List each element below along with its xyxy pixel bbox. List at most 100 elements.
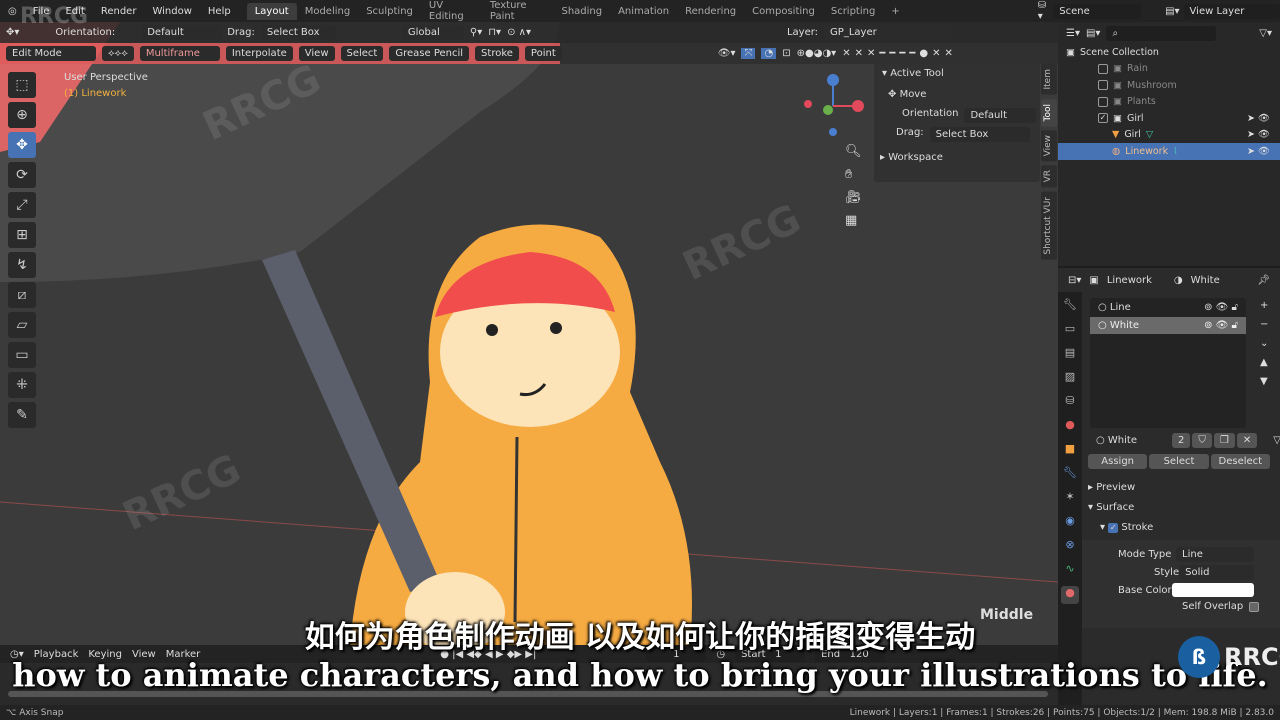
stroke-panel-header[interactable]: ▾ ✓ Stroke [1100,522,1153,533]
tab-shortcut-vur[interactable]: Shortcut VUr [1041,191,1057,260]
self-overlap-checkbox[interactable] [1249,601,1260,612]
preview-panel-header[interactable]: ▸ Preview [1088,482,1135,493]
menu-select[interactable]: Select [340,46,384,61]
slot-icons[interactable]: ⊚ 👁︎ 🔓︎ [1204,302,1238,313]
drag-dropdown[interactable]: Select Box [260,25,336,40]
mode-type-dropdown[interactable]: Line [1176,547,1254,562]
duplicate-icon[interactable]: ❐ [1213,433,1235,448]
checkbox[interactable] [1098,80,1108,91]
constraints-tab-icon[interactable]: ⊗ [1061,538,1079,556]
tab-modeling[interactable]: Modeling [297,3,359,20]
scene-field[interactable]: Scene [1053,3,1142,19]
tab-scripting[interactable]: Scripting [823,3,883,20]
menu-stroke[interactable]: Stroke [475,46,519,61]
scene-collection-row[interactable]: ▣ Scene Collection [1058,44,1280,61]
remove-slot-button[interactable]: − [1254,317,1275,332]
display-mode-icon[interactable]: ☰▾ [1066,28,1080,39]
menu-window[interactable]: Window [144,6,199,17]
base-color-swatch[interactable] [1172,583,1254,597]
view-layer-tab-icon[interactable]: ▨ [1061,370,1079,388]
surface-panel-header[interactable]: ▾ Surface [1088,502,1134,513]
tab-animation[interactable]: Animation [610,3,677,20]
npanel-drag-dropdown[interactable]: Select Box [929,127,1030,142]
active-tool-header[interactable]: ▾ Active Tool [874,62,1040,85]
select-mode-icons[interactable]: ⟡⟡⟡ [102,46,134,61]
snap-icon[interactable]: ⊓▾ [488,27,501,38]
stroke-checkbox[interactable]: ✓ [1108,523,1119,533]
layer-dropdown[interactable]: GP_Layer [824,25,955,40]
physics-tab-icon[interactable]: ◉ [1061,514,1079,532]
menu-grease-pencil[interactable]: Grease Pencil [389,46,470,61]
checkbox[interactable]: ✓ [1098,113,1108,124]
outliner-item-mushroom[interactable]: ▣ Mushroom [1058,77,1280,94]
add-slot-button[interactable]: + [1254,298,1275,313]
tool-tab-icon[interactable]: 🔧︎ [1061,298,1079,316]
annotate-tool-icon[interactable]: ✎ [8,402,36,428]
editor-type-icon[interactable]: ⊟▾ [1068,275,1081,286]
slot-line[interactable]: ○ Line ⊚ 👁︎ 🔓︎ [1090,298,1246,317]
tab-rendering[interactable]: Rendering [677,3,744,20]
move-down-button[interactable]: ▼ [1254,374,1275,389]
overlay-icon[interactable]: ◔ [761,48,777,59]
tab-tool[interactable]: Tool [1041,98,1057,126]
radius-tool-icon[interactable]: ▱ [8,312,36,338]
select-eye-icons[interactable]: ➤ 👁︎ [1247,113,1270,124]
fake-user-icon[interactable]: ⛉ [1192,433,1212,448]
navigation-gizmo[interactable] [798,70,868,140]
material-name-field[interactable]: ○ White [1090,433,1170,448]
scene-icon[interactable]: ⛁▾ [1038,0,1050,22]
cursor-tool-icon[interactable]: ⊕ [8,102,36,128]
workspace-panel-header[interactable]: ▸ Workspace [874,142,1040,163]
checkbox[interactable] [1098,96,1108,107]
gizmo-icon[interactable]: ⤧ [741,48,756,59]
view-layer-icon[interactable]: ▤▾ [1165,6,1179,17]
shear-tool-icon[interactable]: ⧄ [8,282,36,308]
outliner-item-linework[interactable]: ◍ Linework ⌇ ➤ 👁︎ [1058,143,1280,160]
browse-material-icon[interactable]: ▽▾ [1267,433,1280,448]
filter-icon[interactable]: ▽▾ [1259,28,1272,39]
interpolate-dropdown[interactable]: Interpolate [225,46,293,61]
select-box-tool-icon[interactable]: ⬚ [8,72,36,98]
tab-view[interactable]: View [1041,129,1057,162]
output-tab-icon[interactable]: ▤ [1061,346,1079,364]
visibility-icon[interactable]: 👁▾ [718,48,736,59]
object-tab-icon[interactable]: ■ [1061,442,1079,460]
tab-sculpting[interactable]: Sculpting [358,3,421,20]
material-tab-icon[interactable]: ● [1061,586,1079,604]
transform-tool-icon[interactable]: ⊞ [8,222,36,248]
outliner-item-girl-collection[interactable]: ✓ ▣ Girl ➤ 👁︎ [1058,110,1280,127]
deselect-button[interactable]: Deselect [1210,454,1270,469]
users-count[interactable]: 2 [1172,433,1191,448]
view-layer-field[interactable]: View Layer [1183,3,1280,19]
checkbox[interactable] [1098,63,1108,74]
filter-view-icon[interactable]: ▤▾ [1086,28,1100,39]
multiframe-toggle[interactable]: Multiframe [139,46,220,61]
tab-item[interactable]: Item [1041,64,1057,95]
transform-orientation-dropdown[interactable]: Global [401,25,464,40]
select-button[interactable]: Select [1149,454,1209,469]
select-eye-icons[interactable]: ➤ 👁︎ [1247,129,1270,140]
slot-icons[interactable]: ⊚ 👁︎ 🔓︎ [1204,320,1238,331]
unlink-icon[interactable]: ✕ [1236,433,1258,448]
slot-specials-button[interactable]: ⌄ [1254,336,1275,351]
move-up-button[interactable]: ▲ [1254,355,1275,370]
pivot-icon[interactable]: ⚲▾ [470,27,482,38]
proportional-edit-icon[interactable]: ⊙ ∧▾ [507,27,531,38]
effects-tab-icon[interactable]: ✶ [1061,490,1079,508]
scale-tool-icon[interactable]: ⤢ [8,192,36,218]
menu-point[interactable]: Point [524,46,562,61]
modifier-tab-icon[interactable]: 🔧︎ [1061,466,1079,484]
outliner-item-rain[interactable]: ▣ Rain [1058,61,1280,78]
outliner-item-plants[interactable]: ▣ Plants [1058,94,1280,111]
npanel-orientation-dropdown[interactable]: Default [964,108,1037,123]
xray-icon[interactable]: ⊡ [782,48,790,59]
orientation-dropdown[interactable]: Default [141,25,222,40]
slot-white[interactable]: ○ White ⊚ 👁︎ 🔓︎ [1090,317,1246,334]
world-tab-icon[interactable]: ● [1061,418,1079,436]
select-eye-icons[interactable]: ➤ 👁︎ [1247,146,1270,157]
tab-layout[interactable]: Layout [246,2,297,20]
tab-vr[interactable]: VR [1041,165,1057,188]
lock-axis-icons[interactable]: ✕✕✕━━━━●✕✕ [842,48,957,59]
outliner-item-girl-object[interactable]: ▼ Girl ▽ ➤ 👁︎ [1058,127,1280,144]
tab-shading[interactable]: Shading [553,3,610,20]
